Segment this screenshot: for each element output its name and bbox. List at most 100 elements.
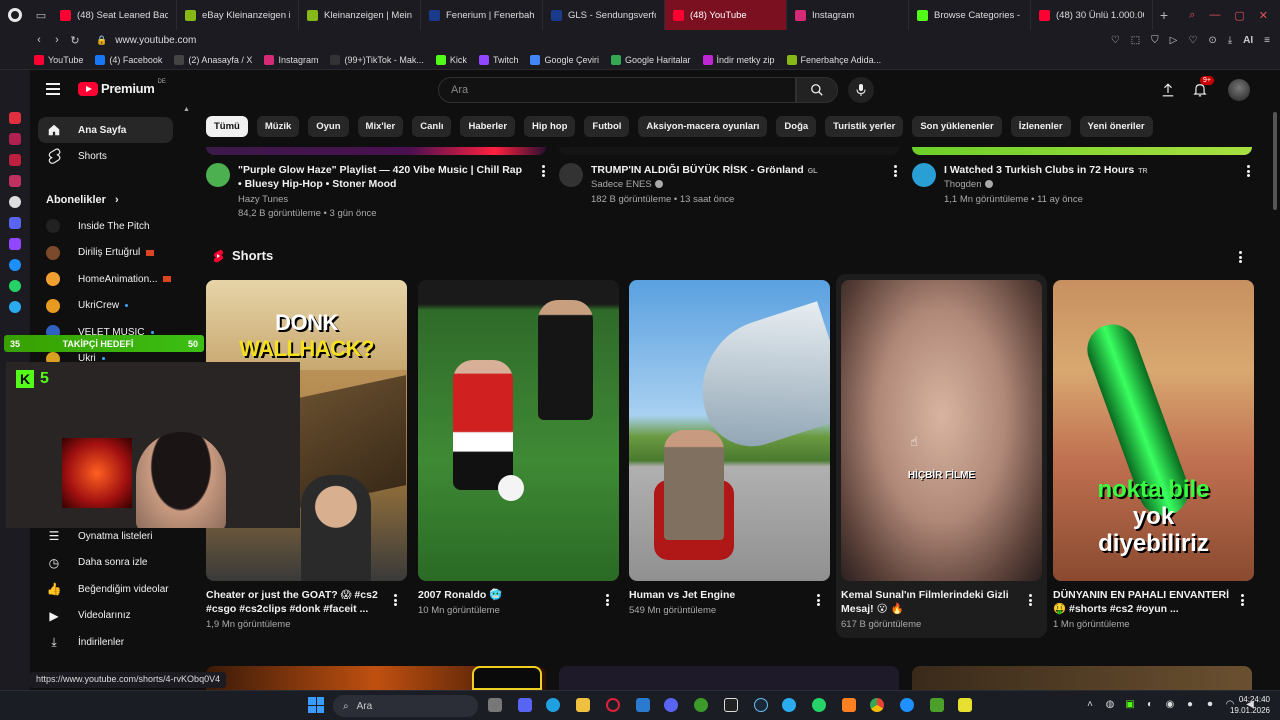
video-thumbnail[interactable] [206, 147, 546, 155]
sidebar-subscription[interactable]: Inside The Pitch [38, 213, 173, 239]
voice-search-button[interactable] [848, 77, 874, 103]
steam-icon[interactable] [754, 698, 768, 712]
filter-chip[interactable]: Canlı [412, 116, 452, 137]
whatsapp-icon[interactable] [9, 280, 21, 292]
opera-logo[interactable] [0, 0, 30, 30]
short-thumbnail[interactable]: nokta bile yok diyebiliriz [1053, 280, 1254, 581]
short-more-button[interactable] [1237, 593, 1247, 607]
channel-name[interactable]: Hazy Tunes [238, 194, 288, 205]
music-icon[interactable] [9, 175, 21, 187]
tray-app-icon[interactable]: ● [1184, 698, 1196, 710]
browser-tab[interactable]: Instagram [787, 0, 909, 30]
filter-chip[interactable]: Mix'ler [357, 116, 404, 137]
channel-avatar[interactable] [559, 163, 583, 187]
bookmark-icon[interactable]: ♡ [1111, 35, 1120, 46]
bookmark-item[interactable]: (99+)TikTok - Mak... [330, 54, 424, 65]
video-card[interactable]: TRUMP'IN ALDIĞI BÜYÜK RİSK - Grönland GL S… [559, 162, 899, 222]
filter-chip[interactable]: İzlenenler [1010, 116, 1071, 137]
sidebar-item[interactable]: ◷ Daha sonra izle [38, 550, 173, 576]
short-title[interactable]: DÜNYANIN EN PAHALI ENVANTERİ 🤑 #shorts #… [1053, 588, 1233, 616]
notifications-button[interactable]: 9+ [1190, 76, 1214, 100]
browser-tab[interactable]: Kleinanzeigen | Meine N [299, 0, 421, 30]
sidebar-item[interactable]: 👍 Beğendiğim videolar [38, 576, 173, 602]
video-card[interactable]: I Watched 3 Turkish Clubs in 72 Hours TR T… [912, 162, 1252, 222]
short-more-button[interactable] [1025, 593, 1035, 607]
xbox-icon[interactable] [694, 698, 708, 712]
epic-games-icon[interactable] [724, 698, 738, 712]
tray-app-icon[interactable]: ▣ [1124, 698, 1136, 710]
channel-name[interactable]: Thogden [944, 179, 993, 190]
search-button[interactable] [796, 77, 838, 103]
download-icon[interactable]: ⤓ [1228, 35, 1232, 46]
video-card[interactable]: "Purple Glow Haze" Playlist — 420 Vibe M… [206, 162, 546, 222]
bookmark-item[interactable]: Google Çeviri [530, 54, 599, 65]
channel-avatar[interactable] [912, 163, 936, 187]
short-card[interactable]: HİÇBİR FİLME Kemal Sunal'ın Filmlerindek… [836, 274, 1047, 638]
whatsapp-taskbar-icon[interactable] [812, 698, 826, 712]
page-scrollbar[interactable] [1273, 112, 1277, 210]
filter-chip[interactable]: Turistik yerler [825, 116, 904, 137]
browser-tab[interactable]: (48) YouTube [665, 0, 787, 30]
video-thumbnail[interactable] [559, 666, 899, 690]
taskbar-search[interactable]: ⌕ Ara [333, 695, 478, 717]
ai-button[interactable]: AI [1243, 35, 1253, 46]
filter-chip[interactable]: Hip hop [524, 116, 576, 137]
close-button[interactable]: ✕ [1259, 9, 1268, 22]
clock[interactable]: 04:24:40 19.01.2026 [1224, 694, 1270, 716]
video-thumbnail[interactable] [912, 147, 1252, 155]
browser-tab[interactable]: GLS - Sendungsverfolgu [543, 0, 665, 30]
bag-icon[interactable] [9, 133, 21, 145]
tab-overview-icon[interactable]: ▭ [30, 9, 52, 22]
short-thumbnail[interactable]: HİÇBİR FİLME [841, 280, 1042, 581]
tray-app-icon[interactable]: ◉ [1164, 698, 1176, 710]
messenger-icon[interactable] [9, 259, 21, 271]
browser-tab[interactable]: (48) 30 Ünlü 1.000.000 D [1031, 0, 1153, 30]
sidebar-scroll-up-icon[interactable]: ▲ [183, 106, 190, 113]
file-explorer-icon[interactable] [576, 698, 590, 712]
short-more-button[interactable] [813, 593, 823, 607]
video-more-button[interactable] [890, 164, 900, 178]
bookmark-item[interactable]: Fenerbahçe Adida... [786, 54, 881, 65]
video-thumbnail[interactable] [912, 666, 1252, 690]
url-field[interactable]: 🔒 www.youtube.com [96, 35, 196, 46]
video-more-button[interactable] [538, 164, 548, 178]
tray-app-icon[interactable]: ◍ [1104, 698, 1116, 710]
filter-chip[interactable]: Son yüklenenler [912, 116, 1002, 137]
video-title[interactable]: "Purple Glow Haze" Playlist — 420 Vibe M… [238, 163, 528, 191]
bookmark-item[interactable]: (4) Facebook [95, 54, 162, 65]
short-title[interactable]: Kemal Sunal'ın Filmlerindeki Gizli Mesaj… [841, 588, 1021, 616]
video-more-button[interactable] [1243, 164, 1253, 178]
short-card[interactable]: Human vs Jet Engine 549 Mn görüntüleme [629, 280, 830, 616]
short-more-button[interactable] [390, 593, 400, 607]
opera-taskbar-icon[interactable] [606, 698, 620, 712]
short-title[interactable]: Cheater or just the GOAT? 😱 #cs2 #csgo #… [206, 588, 386, 616]
app-icon[interactable] [842, 698, 856, 712]
short-thumbnail[interactable] [629, 280, 830, 581]
app-icon[interactable] [900, 698, 914, 712]
bookmark-item[interactable]: Twitch [478, 54, 518, 65]
sidebar-item[interactable]: ▶ Videolarınız [38, 603, 173, 629]
telegram-icon[interactable] [9, 301, 21, 313]
channel-avatar[interactable] [206, 163, 230, 187]
chevron-up-icon[interactable]: ˄ [1084, 698, 1096, 710]
copilot-icon[interactable] [518, 698, 532, 712]
short-card[interactable]: 2007 Ronaldo 🥶 10 Mn görüntüleme [418, 280, 619, 616]
filter-chip[interactable]: Oyun [308, 116, 349, 137]
snapshot-icon[interactable]: ⬚ [1131, 35, 1140, 46]
sidebar-item-home[interactable]: Ana Sayfa [38, 117, 173, 143]
forward-button[interactable]: › [48, 34, 66, 46]
task-view-icon[interactable] [488, 698, 502, 712]
sidebar-subscription[interactable]: HomeAnimation... [38, 266, 173, 292]
account-avatar[interactable] [1228, 79, 1250, 101]
twitch-icon[interactable] [9, 238, 21, 250]
discord-taskbar-icon[interactable] [664, 698, 678, 712]
messages-icon[interactable] [9, 154, 21, 166]
shorts-more-button[interactable] [1235, 250, 1245, 264]
video-title[interactable]: I Watched 3 Turkish Clubs in 72 Hours TR [944, 163, 1234, 179]
browser-tab[interactable]: Browse Categories - Kic [909, 0, 1031, 30]
browser-tab[interactable]: Fenerium | Fenerbahçe 2 [421, 0, 543, 30]
sidebar-subscription[interactable]: Diriliş Ertuğrul [38, 240, 173, 266]
search-tabs-icon[interactable]: ⌕ [1189, 9, 1195, 22]
browser-tab[interactable]: eBay Kleinanzeigen ist je [177, 0, 299, 30]
bookmark-item[interactable]: YouTube [34, 54, 83, 65]
